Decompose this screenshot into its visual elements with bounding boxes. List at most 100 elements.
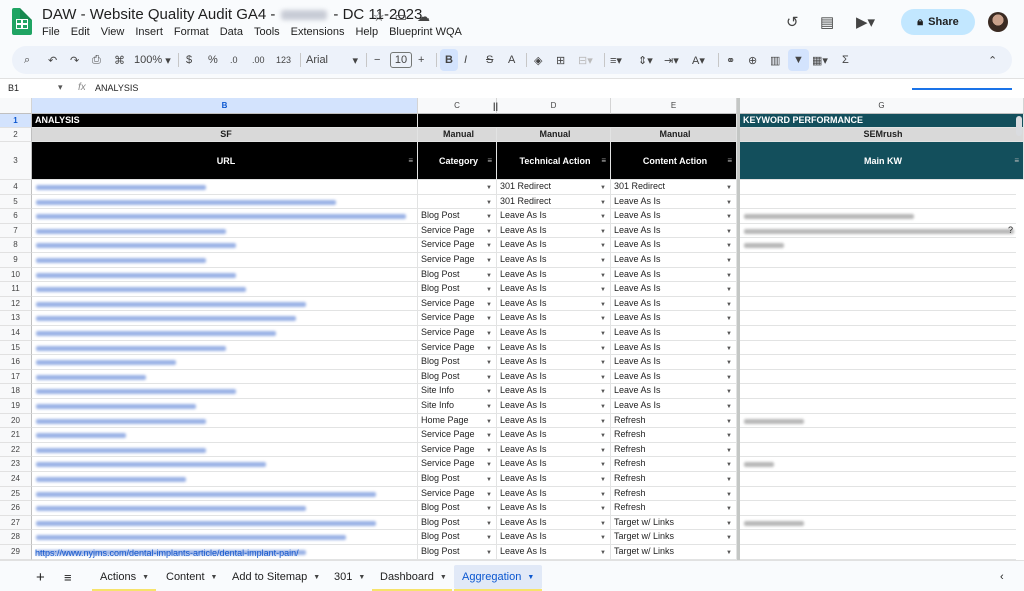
dropdown-arrow-icon[interactable]: ▼ bbox=[726, 343, 732, 355]
dropdown-arrow-icon[interactable]: ▼ bbox=[486, 226, 492, 238]
filter-icon[interactable]: ≡ bbox=[487, 156, 492, 165]
row-header[interactable]: 27 bbox=[0, 515, 32, 531]
paint-format-icon[interactable]: ⌘ bbox=[114, 46, 125, 74]
dropdown-arrow-icon[interactable]: ▼ bbox=[600, 547, 606, 559]
content-action-dropdown-cell[interactable]: Leave As Is ▼ bbox=[611, 253, 737, 268]
category-dropdown-cell[interactable]: Blog Post ▼ bbox=[418, 515, 497, 531]
category-dropdown-cell[interactable]: Service Page ▼ bbox=[418, 253, 497, 268]
folder-icon[interactable]: ▭ bbox=[395, 9, 407, 25]
main-kw-cell[interactable] bbox=[740, 457, 1016, 472]
dropdown-arrow-icon[interactable]: ▼ bbox=[486, 386, 492, 398]
dropdown-arrow-icon[interactable]: ▼ bbox=[486, 299, 492, 311]
tab-301[interactable]: 301 ▼ bbox=[326, 565, 373, 589]
url-cell[interactable] bbox=[32, 413, 418, 429]
menu-insert[interactable]: Insert bbox=[135, 26, 163, 38]
content-action-dropdown-cell[interactable]: Refresh ▼ bbox=[611, 442, 737, 458]
select-all-corner[interactable] bbox=[0, 98, 32, 114]
category-dropdown-cell[interactable]: Service Page ▼ bbox=[418, 223, 497, 239]
row-header[interactable]: 4 bbox=[0, 180, 32, 195]
row-header[interactable]: 18 bbox=[0, 384, 32, 399]
category-dropdown-cell[interactable]: Blog Post ▼ bbox=[418, 530, 497, 545]
dropdown-arrow-icon[interactable]: ▼ bbox=[600, 372, 606, 384]
italic-button[interactable]: I bbox=[464, 46, 467, 74]
strikethrough-button[interactable]: S bbox=[486, 46, 493, 74]
cell-g3-main-kw-header[interactable]: Main KW ≡ bbox=[740, 142, 1024, 180]
text-rotation-icon[interactable]: A▾ bbox=[692, 46, 705, 74]
url-cell[interactable] bbox=[32, 180, 418, 195]
dropdown-arrow-icon[interactable]: ▼ bbox=[726, 313, 732, 325]
zoom-select[interactable]: 100% ▾ bbox=[134, 46, 171, 74]
row-header[interactable]: 22 bbox=[0, 442, 32, 458]
content-action-dropdown-cell[interactable]: Leave As Is ▼ bbox=[611, 384, 737, 399]
dropdown-arrow-icon[interactable]: ▼ bbox=[486, 211, 492, 223]
row-header[interactable]: 10 bbox=[0, 267, 32, 283]
row-header[interactable]: 28 bbox=[0, 530, 32, 545]
category-dropdown-cell[interactable]: Service Page ▼ bbox=[418, 238, 497, 253]
increase-decimal-button[interactable]: .00 bbox=[252, 46, 265, 74]
dropdown-arrow-icon[interactable]: ▼ bbox=[726, 197, 732, 209]
row-header[interactable]: 19 bbox=[0, 399, 32, 414]
category-dropdown-cell[interactable]: Service Page ▼ bbox=[418, 486, 497, 502]
video-icon[interactable]: ▶▾ bbox=[856, 13, 875, 31]
comment-icon[interactable]: ▤ bbox=[820, 13, 834, 31]
main-kw-cell[interactable] bbox=[740, 472, 1016, 487]
url-cell[interactable] bbox=[32, 326, 418, 341]
dropdown-arrow-icon[interactable]: ▼ bbox=[600, 474, 606, 486]
dropdown-arrow-icon[interactable]: ▼ bbox=[726, 226, 732, 238]
menu-file[interactable]: File bbox=[42, 26, 60, 38]
main-kw-cell[interactable] bbox=[740, 355, 1016, 370]
content-action-dropdown-cell[interactable]: Leave As Is ▼ bbox=[611, 296, 737, 312]
dropdown-arrow-icon[interactable]: ▼ bbox=[486, 270, 492, 282]
url-cell[interactable] bbox=[32, 296, 418, 312]
category-dropdown-cell[interactable]: Service Page ▼ bbox=[418, 296, 497, 312]
main-kw-cell[interactable] bbox=[740, 384, 1016, 399]
dropdown-arrow-icon[interactable]: ▼ bbox=[600, 532, 606, 544]
currency-format-button[interactable]: $ bbox=[186, 46, 192, 74]
percent-format-button[interactable]: % bbox=[208, 46, 218, 74]
text-color-button[interactable]: A bbox=[508, 46, 515, 74]
tab-actions[interactable]: Actions ▼ bbox=[92, 565, 157, 589]
content-action-dropdown-cell[interactable]: Leave As Is ▼ bbox=[611, 326, 737, 341]
share-button[interactable]: 🔒︎ Share bbox=[901, 9, 975, 35]
dropdown-arrow-icon[interactable]: ▼ bbox=[726, 328, 732, 340]
category-dropdown-cell[interactable]: Service Page ▼ bbox=[418, 428, 497, 443]
technical-action-dropdown-cell[interactable]: Leave As Is ▼ bbox=[497, 472, 611, 487]
font-family-select[interactable]: Arial ▾ bbox=[306, 46, 358, 74]
main-kw-cell[interactable] bbox=[740, 268, 1016, 283]
dropdown-arrow-icon[interactable]: ▼ bbox=[726, 547, 732, 559]
technical-action-dropdown-cell[interactable]: Leave As Is ▼ bbox=[497, 399, 611, 414]
dropdown-arrow-icon[interactable]: ▼ bbox=[600, 211, 606, 223]
dropdown-arrow-icon[interactable]: ▼ bbox=[600, 328, 606, 340]
url-cell[interactable] bbox=[32, 340, 418, 356]
content-action-dropdown-cell[interactable]: Leave As Is ▼ bbox=[611, 238, 737, 253]
url-cell[interactable] bbox=[32, 355, 418, 370]
dropdown-arrow-icon[interactable]: ▼ bbox=[486, 430, 492, 442]
category-dropdown-cell[interactable]: Blog Post ▼ bbox=[418, 282, 497, 297]
content-action-dropdown-cell[interactable]: Target w/ Links ▼ bbox=[611, 515, 737, 531]
insert-comment-icon[interactable]: ⊕ bbox=[748, 46, 757, 74]
increase-font-size-button[interactable]: + bbox=[418, 46, 424, 74]
dropdown-arrow-icon[interactable]: ▼ bbox=[486, 343, 492, 355]
menu-format[interactable]: Format bbox=[174, 26, 209, 38]
dropdown-arrow-icon[interactable]: ▼ bbox=[600, 226, 606, 238]
dropdown-arrow-icon[interactable]: ▼ bbox=[486, 313, 492, 325]
main-kw-cell[interactable] bbox=[740, 516, 1016, 531]
dropdown-arrow-icon[interactable]: ▼ bbox=[726, 240, 732, 252]
history-icon[interactable]: ↺ bbox=[786, 13, 799, 31]
row-header[interactable]: 14 bbox=[0, 326, 32, 341]
filter-icon[interactable]: ▼ bbox=[788, 49, 809, 71]
main-kw-cell[interactable] bbox=[740, 399, 1016, 414]
dropdown-arrow-icon[interactable]: ▼ bbox=[486, 372, 492, 384]
dropdown-arrow-icon[interactable]: ▼ bbox=[726, 372, 732, 384]
technical-action-dropdown-cell[interactable]: Leave As Is ▼ bbox=[497, 384, 611, 399]
number-format-button[interactable]: 123 bbox=[276, 46, 291, 74]
row-header[interactable]: 2 bbox=[0, 128, 32, 142]
technical-action-dropdown-cell[interactable]: Leave As Is ▼ bbox=[497, 253, 611, 268]
technical-action-dropdown-cell[interactable]: 301 Redirect ▼ bbox=[497, 194, 611, 210]
dropdown-arrow-icon[interactable]: ▼ bbox=[726, 430, 732, 442]
vertical-scrollbar[interactable] bbox=[1016, 116, 1022, 136]
column-header-c[interactable]: C bbox=[418, 98, 497, 114]
horizontal-align-icon[interactable]: ≡▾ bbox=[610, 46, 622, 74]
vertical-align-icon[interactable]: ⇕▾ bbox=[638, 46, 653, 74]
url-cell[interactable] bbox=[32, 267, 418, 283]
